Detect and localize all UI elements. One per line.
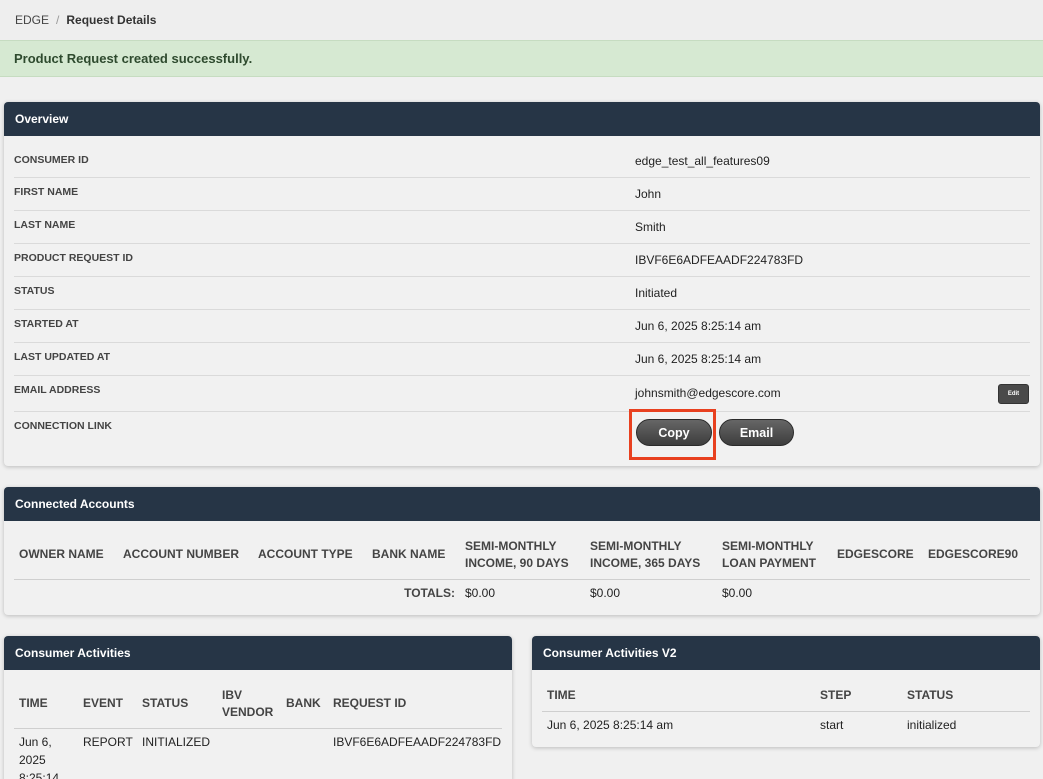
row-label: FIRST NAME — [14, 186, 79, 198]
row-label: EMAIL ADDRESS — [14, 384, 101, 396]
row-value: John — [635, 187, 662, 201]
consumer-activities-v2-table: TIME STEP STATUS Jun 6, 2025 8:25:14 am … — [542, 680, 1030, 735]
row-label: CONNECTION LINK — [14, 420, 112, 432]
connected-accounts-title: Connected Accounts — [15, 497, 135, 511]
table-header-row: TIME EVENT STATUS IBV VENDOR BANK REQUES… — [14, 680, 502, 728]
overview-row-last-name: LAST NAME Smith — [14, 211, 1030, 244]
cell-status: INITIALIZED — [142, 734, 211, 749]
overview-row-started-at: STARTED AT Jun 6, 2025 8:25:14 am — [14, 310, 1030, 343]
row-label: CONSUMER ID — [14, 154, 89, 166]
table-row: Jun 6, 2025 8:25:14 am start initialized — [542, 711, 1030, 735]
column-owner-name[interactable]: OWNER NAME — [14, 531, 118, 579]
connected-accounts-table: OWNER NAME ACCOUNT NUMBER ACCOUNT TYPE B… — [14, 531, 1030, 605]
consumer-activities-v2-header: Consumer Activities V2 — [532, 636, 1040, 670]
cell-ibv-vendor — [217, 728, 281, 779]
row-label: STARTED AT — [14, 318, 79, 330]
overview-row-status: STATUS Initiated — [14, 277, 1030, 310]
column-loan-payment[interactable]: SEMI-MONTHLY LOAN PAYMENT — [717, 531, 832, 579]
total-income-365: $0.00 — [590, 585, 621, 600]
column-account-number[interactable]: ACCOUNT NUMBER — [118, 531, 253, 579]
row-label: STATUS — [14, 285, 55, 297]
row-value: Jun 6, 2025 8:25:14 am — [635, 352, 762, 366]
table-row: Jun 6, 2025 8:25:14 REPORT INITIALIZED I… — [14, 728, 502, 779]
column-bank-name[interactable]: BANK NAME — [367, 531, 460, 579]
cell-event: REPORT — [83, 734, 133, 749]
row-value: Smith — [635, 220, 666, 234]
cell-bank — [281, 728, 328, 779]
row-label: LAST UPDATED AT — [14, 351, 111, 363]
breadcrumb: EDGE / Request Details — [0, 0, 1043, 40]
overview-row-connection-link: CONNECTION LINK — [14, 412, 1030, 462]
table-header-row: OWNER NAME ACCOUNT NUMBER ACCOUNT TYPE B… — [14, 531, 1030, 579]
totals-label: TOTALS: — [404, 585, 455, 600]
overview-row-last-updated-at: LAST UPDATED AT Jun 6, 2025 8:25:14 am — [14, 343, 1030, 376]
total-edgescore90 — [923, 579, 1030, 605]
email-button[interactable]: Email — [719, 419, 794, 446]
column-bank[interactable]: BANK — [281, 680, 328, 728]
copy-button[interactable]: Copy — [636, 419, 712, 446]
total-edgescore — [832, 579, 923, 605]
success-alert: Product Request created successfully. — [0, 40, 1043, 77]
breadcrumb-current: Request Details — [66, 13, 157, 27]
column-income-365[interactable]: SEMI-MONTHLY INCOME, 365 DAYS — [585, 531, 717, 579]
overview-panel: Overview CONSUMER ID edge_test_all_featu… — [4, 102, 1040, 466]
cell-request-id: IBVF6E6ADFEAADF224783FD — [333, 734, 502, 749]
row-label: LAST NAME — [14, 219, 76, 231]
overview-row-consumer-id: CONSUMER ID edge_test_all_features09 — [14, 152, 1030, 178]
column-time[interactable]: TIME — [542, 680, 815, 711]
consumer-activities-v2-panel: Consumer Activities V2 TIME STEP STATUS … — [532, 636, 1040, 747]
column-account-type[interactable]: ACCOUNT TYPE — [253, 531, 367, 579]
column-request-id[interactable]: REQUEST ID — [328, 680, 502, 728]
column-status[interactable]: STATUS — [902, 680, 1030, 711]
overview-row-product-request-id: PRODUCT REQUEST ID IBVF6E6ADFEAADF224783… — [14, 244, 1030, 277]
cell-step: start — [820, 717, 844, 732]
row-value: edge_test_all_features09 — [635, 154, 770, 168]
cell-status: initialized — [907, 717, 957, 732]
column-time[interactable]: TIME — [14, 680, 78, 728]
total-loan-payment: $0.00 — [722, 585, 753, 600]
column-event[interactable]: EVENT — [78, 680, 137, 728]
consumer-activities-header: Consumer Activities — [4, 636, 512, 670]
table-header-row: TIME STEP STATUS — [542, 680, 1030, 711]
cell-time: Jun 6, 2025 8:25:14 — [19, 734, 60, 779]
column-ibv-vendor[interactable]: IBV VENDOR — [217, 680, 281, 728]
edit-email-button[interactable]: Edit — [998, 384, 1029, 404]
column-income-90[interactable]: SEMI-MONTHLY INCOME, 90 DAYS — [460, 531, 585, 579]
overview-title: Overview — [15, 112, 69, 126]
row-value: Initiated — [635, 286, 678, 300]
row-label: PRODUCT REQUEST ID — [14, 252, 134, 264]
column-status[interactable]: STATUS — [137, 680, 217, 728]
overview-header: Overview — [4, 102, 1040, 136]
consumer-activities-panel: Consumer Activities TIME EVENT STATUS IB… — [4, 636, 512, 779]
column-step[interactable]: STEP — [815, 680, 902, 711]
totals-row: TOTALS: $0.00 $0.00 $0.00 — [14, 579, 1030, 605]
breadcrumb-root[interactable]: EDGE — [15, 13, 49, 27]
column-edgescore90[interactable]: EDGESCORE90 — [923, 531, 1030, 579]
overview-row-email-address: EMAIL ADDRESS johnsmith@edgescore.com Ed… — [14, 376, 1030, 412]
row-value: Jun 6, 2025 8:25:14 am — [635, 319, 762, 333]
column-edgescore[interactable]: EDGESCORE — [832, 531, 923, 579]
total-income-90: $0.00 — [465, 585, 496, 600]
row-value: johnsmith@edgescore.com — [635, 386, 781, 400]
row-value: IBVF6E6ADFEAADF224783FD — [635, 253, 804, 267]
connected-accounts-panel: Connected Accounts OWNER NAME ACCOUNT NU… — [4, 487, 1040, 615]
connected-accounts-header: Connected Accounts — [4, 487, 1040, 521]
breadcrumb-separator: / — [56, 13, 60, 27]
consumer-activities-title: Consumer Activities — [15, 646, 131, 660]
consumer-activities-table: TIME EVENT STATUS IBV VENDOR BANK REQUES… — [14, 680, 502, 779]
consumer-activities-v2-title: Consumer Activities V2 — [543, 646, 677, 660]
cell-time: Jun 6, 2025 8:25:14 am — [547, 717, 674, 732]
overview-row-first-name: FIRST NAME John — [14, 178, 1030, 211]
alert-message: Product Request created successfully. — [14, 51, 253, 66]
